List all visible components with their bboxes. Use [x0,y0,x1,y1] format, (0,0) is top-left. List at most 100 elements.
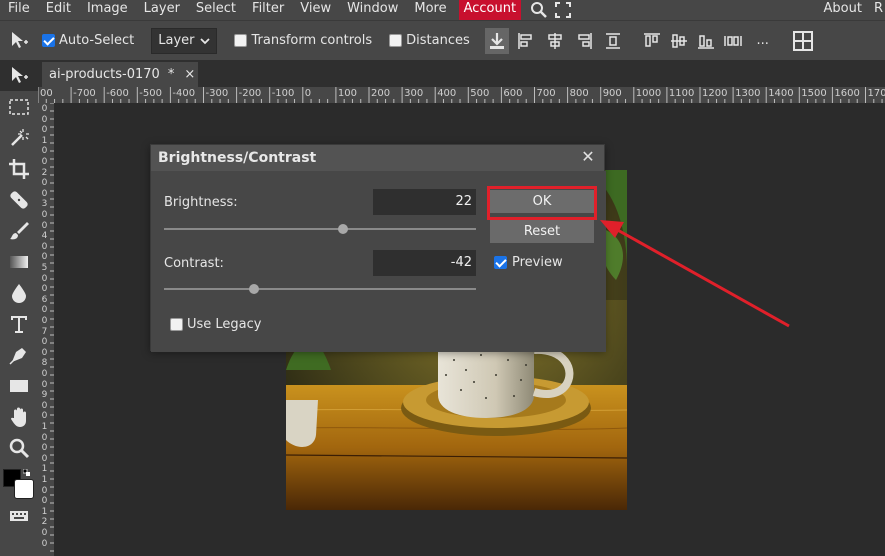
ruler-label: 900 [602,88,622,99]
menu-more[interactable]: More [406,0,454,20]
ruler-label: 1200 [702,88,728,99]
ruler-label: -200 [238,88,262,99]
distances-check-icon[interactable] [389,34,403,47]
ruler-label: 9 [41,390,48,401]
contrast-input[interactable]: -42 [373,250,476,276]
brightness-slider-knob[interactable] [338,224,349,234]
tools-panel [0,60,38,556]
download-icon[interactable] [484,27,509,54]
ruler-label: 100 [337,88,357,99]
fullscreen-icon[interactable] [551,0,575,20]
menu-about[interactable]: About [816,0,870,20]
swap-colors-icon[interactable] [22,466,31,476]
contrast-slider-knob[interactable] [249,284,260,294]
crop-tool[interactable] [0,153,38,184]
brightness-input[interactable]: 22 [373,189,476,215]
ruler-label: 0 [41,400,48,411]
magic-wand-tool[interactable] [0,122,38,153]
menu-file[interactable]: File [0,0,38,20]
ruler-label: 0 [41,443,48,454]
brightness-label: Brightness: [164,195,238,210]
align-center-icon[interactable] [543,28,567,54]
ruler-label: 1 [41,464,48,475]
ruler-label: 300 [404,88,424,99]
gradient-tool[interactable] [0,246,38,277]
align-left-icon[interactable] [514,28,538,54]
ruler-label: 0 [41,284,48,295]
transform-controls-checkbox[interactable]: Transform controls [234,33,372,48]
move-tool[interactable] [0,60,38,91]
ruler-label: 0 [41,252,48,263]
ruler-label: 0 [41,337,48,348]
marquee-icon [9,98,29,115]
menu-select[interactable]: Select [188,0,244,20]
background-color-swatch[interactable] [14,479,34,499]
shape-tool[interactable] [0,370,38,401]
align-top-icon[interactable] [640,28,664,54]
type-icon [11,315,27,333]
options-bar: Auto-Select Layer Transform controls Dis… [0,20,885,60]
preview-checkbox[interactable]: Preview [494,255,563,270]
distances-checkbox[interactable]: Distances [389,33,470,48]
menu-filter[interactable]: Filter [244,0,292,20]
hand-tool[interactable] [0,401,38,432]
menu-image[interactable]: Image [79,0,136,20]
menu-window[interactable]: Window [339,0,406,20]
healing-tool[interactable] [0,184,38,215]
use-legacy-check-icon[interactable] [170,318,183,331]
account-button[interactable]: Account [458,0,522,20]
pen-icon [9,347,26,365]
use-legacy-checkbox[interactable]: Use Legacy [170,317,262,332]
top-ruler: 00 -700 -600 -500 -400 -300 -200 -100 0 100 200 300… [38,87,885,103]
ruler-label: 7 [41,326,48,337]
menu-layer[interactable]: Layer [136,0,188,20]
menu-right-cut[interactable]: R [870,0,885,20]
align-bottom-icon[interactable] [694,28,718,54]
pen-tool[interactable] [0,339,38,370]
distribute-horizontal-icon[interactable] [601,28,625,54]
move-tool-icon [7,28,31,54]
document-tab-close-icon[interactable]: × [184,67,195,82]
zoom-tool[interactable] [0,432,38,463]
preview-check-icon[interactable] [494,256,507,269]
ruler-label: 0 [41,432,48,443]
ruler-label: 1 [41,475,48,485]
marquee-tool[interactable] [0,91,38,122]
contrast-slider[interactable] [164,284,476,294]
keyboard-tool[interactable] [0,503,38,529]
auto-select-checkbox[interactable]: Auto-Select [42,33,134,48]
color-swatches[interactable] [0,463,38,503]
ruler-label: -400 [172,88,196,99]
menu-edit[interactable]: Edit [38,0,79,20]
document-tab[interactable]: ai-products-0170 * × [42,62,198,87]
blur-tool[interactable] [0,277,38,308]
dialog-title: Brightness/Contrast [158,150,317,166]
layer-select-value: Layer [158,33,195,48]
distribute-vertical-icon[interactable] [721,28,745,54]
ruler-label: 700 [536,88,556,99]
ruler-label: 1 [41,506,48,517]
auto-select-check-icon[interactable] [42,34,55,47]
ruler-label: 0 [41,178,48,189]
keyboard-icon [10,511,28,521]
menu-view[interactable]: View [292,0,339,20]
brush-tool[interactable] [0,215,38,246]
chevron-down-icon [200,37,211,44]
ruler-label: -600 [106,88,129,99]
layer-select[interactable]: Layer [151,27,218,54]
ruler-label: 0 [41,453,48,464]
grid-icon[interactable] [791,28,815,54]
align-right-icon[interactable] [572,28,596,54]
ruler-label: 0 [41,210,48,220]
ruler-label: 200 [371,88,391,99]
more-options-button[interactable]: ... [751,28,775,54]
align-middle-icon[interactable] [667,28,691,54]
transform-controls-check-icon[interactable] [234,34,248,47]
type-tool[interactable] [0,308,38,339]
brightness-slider[interactable] [164,224,476,234]
reset-button[interactable]: Reset [490,220,594,243]
dialog-close-icon[interactable]: ✕ [580,147,596,166]
preview-label: Preview [512,255,563,270]
search-icon[interactable] [527,0,551,20]
ruler-label: 1600 [834,88,860,99]
